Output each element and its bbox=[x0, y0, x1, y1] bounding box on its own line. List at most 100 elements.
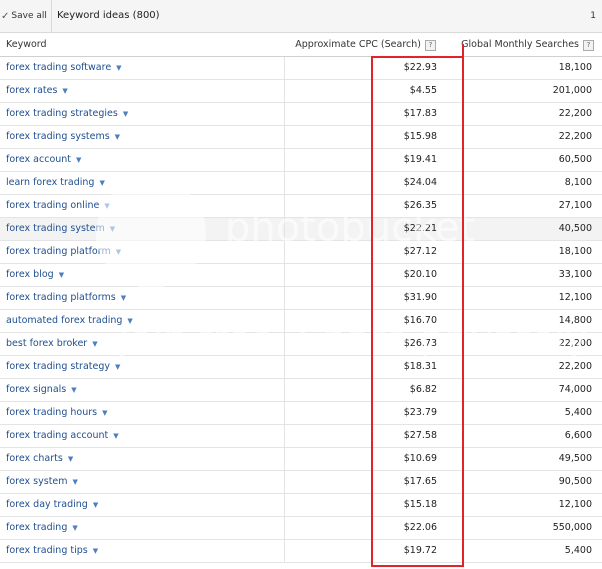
global-monthly-searches-cell: 22,200 bbox=[558, 361, 592, 372]
dropdown-caret-icon[interactable]: ▼ bbox=[123, 110, 128, 118]
keyword-link[interactable]: forex account bbox=[6, 154, 71, 165]
global-monthly-searches-cell: 18,100 bbox=[558, 246, 592, 257]
keyword-cell[interactable]: forex trading systems ▼ bbox=[0, 126, 285, 148]
keyword-link[interactable]: forex trading account bbox=[6, 430, 108, 441]
dropdown-caret-icon[interactable]: ▼ bbox=[62, 87, 67, 95]
keyword-cell[interactable]: forex trading tips ▼ bbox=[0, 540, 285, 562]
keyword-link[interactable]: best forex broker bbox=[6, 338, 87, 349]
dropdown-caret-icon[interactable]: ▼ bbox=[115, 363, 120, 371]
column-header-cpc[interactable]: Approximate CPC (Search) ? bbox=[295, 33, 436, 57]
dropdown-caret-icon[interactable]: ▼ bbox=[59, 271, 64, 279]
dropdown-caret-icon[interactable]: ▼ bbox=[113, 432, 118, 440]
column-header-global-monthly-searches[interactable]: Global Monthly Searches ? bbox=[461, 33, 594, 57]
cpc-cell: $26.35 bbox=[403, 200, 437, 211]
keyword-link[interactable]: forex trading platforms bbox=[6, 292, 116, 303]
keyword-link[interactable]: forex trading system bbox=[6, 223, 105, 234]
keyword-cell[interactable]: forex system ▼ bbox=[0, 471, 285, 493]
keyword-link[interactable]: forex trading strategies bbox=[6, 108, 118, 119]
help-icon[interactable]: ? bbox=[425, 39, 436, 51]
cpc-highlight-tick bbox=[462, 44, 464, 58]
keyword-link[interactable]: forex trading hours bbox=[6, 407, 97, 418]
keyword-cell[interactable]: forex trading account ▼ bbox=[0, 425, 285, 447]
keyword-link[interactable]: forex signals bbox=[6, 384, 66, 395]
keyword-link[interactable]: forex trading systems bbox=[6, 131, 110, 142]
keyword-link[interactable]: forex rates bbox=[6, 85, 57, 96]
keyword-cell[interactable]: forex trading platforms ▼ bbox=[0, 287, 285, 309]
keyword-cell[interactable]: forex trading strategy ▼ bbox=[0, 356, 285, 378]
table-row: forex charts ▼ $10.69 49,500 bbox=[0, 448, 602, 471]
global-monthly-searches-cell: 5,400 bbox=[564, 545, 592, 556]
table-row: forex trading tips ▼ $19.72 5,400 bbox=[0, 540, 602, 563]
table-row: forex signals ▼ $6.82 74,000 bbox=[0, 379, 602, 402]
dropdown-caret-icon[interactable]: ▼ bbox=[93, 501, 98, 509]
save-all-button[interactable]: ✓ Save all bbox=[0, 0, 52, 32]
table-row: forex trading platforms ▼ $31.90 12,100 bbox=[0, 287, 602, 310]
column-header-keyword[interactable]: Keyword bbox=[6, 33, 47, 57]
keyword-link[interactable]: forex trading software bbox=[6, 62, 111, 73]
dropdown-caret-icon[interactable]: ▼ bbox=[72, 524, 77, 532]
cpc-cell: $22.21 bbox=[403, 223, 437, 234]
keyword-ideas-title: Keyword ideas (800) bbox=[57, 10, 160, 21]
keyword-link[interactable]: forex trading tips bbox=[6, 545, 88, 556]
cpc-cell: $24.04 bbox=[403, 177, 437, 188]
dropdown-caret-icon[interactable]: ▼ bbox=[93, 547, 98, 555]
keyword-cell[interactable]: forex trading software ▼ bbox=[0, 57, 285, 79]
keyword-link[interactable]: forex trading online bbox=[6, 200, 99, 211]
dropdown-caret-icon[interactable]: ▼ bbox=[92, 340, 97, 348]
dropdown-caret-icon[interactable]: ▼ bbox=[116, 64, 121, 72]
keyword-link[interactable]: learn forex trading bbox=[6, 177, 94, 188]
dropdown-caret-icon[interactable]: ▼ bbox=[71, 386, 76, 394]
dropdown-caret-icon[interactable]: ▼ bbox=[115, 133, 120, 141]
cpc-cell: $4.55 bbox=[409, 85, 437, 96]
help-icon[interactable]: ? bbox=[583, 39, 594, 51]
table-row: learn forex trading ▼ $24.04 8,100 bbox=[0, 172, 602, 195]
cpc-cell: $18.31 bbox=[403, 361, 437, 372]
dropdown-caret-icon[interactable]: ▼ bbox=[102, 409, 107, 417]
dropdown-caret-icon[interactable]: ▼ bbox=[127, 317, 132, 325]
keyword-cell[interactable]: best forex broker ▼ bbox=[0, 333, 285, 355]
keyword-cell[interactable]: forex trading online ▼ bbox=[0, 195, 285, 217]
keyword-cell[interactable]: forex trading strategies ▼ bbox=[0, 103, 285, 125]
keyword-link[interactable]: forex trading platform bbox=[6, 246, 111, 257]
dropdown-caret-icon[interactable]: ▼ bbox=[76, 156, 81, 164]
keyword-link[interactable]: forex trading strategy bbox=[6, 361, 110, 372]
table-row: forex blog ▼ $20.10 33,100 bbox=[0, 264, 602, 287]
keyword-link[interactable]: forex system bbox=[6, 476, 68, 487]
keyword-cell[interactable]: forex charts ▼ bbox=[0, 448, 285, 470]
keyword-cell[interactable]: automated forex trading ▼ bbox=[0, 310, 285, 332]
keyword-cell[interactable]: forex trading platform ▼ bbox=[0, 241, 285, 263]
keyword-cell[interactable]: forex trading hours ▼ bbox=[0, 402, 285, 424]
dropdown-caret-icon[interactable]: ▼ bbox=[104, 202, 109, 210]
dropdown-caret-icon[interactable]: ▼ bbox=[99, 179, 104, 187]
cpc-cell: $22.93 bbox=[403, 62, 437, 73]
dropdown-caret-icon[interactable]: ▼ bbox=[73, 478, 78, 486]
cpc-cell: $17.83 bbox=[403, 108, 437, 119]
keyword-cell[interactable]: forex rates ▼ bbox=[0, 80, 285, 102]
dropdown-caret-icon[interactable]: ▼ bbox=[121, 294, 126, 302]
cpc-cell: $15.18 bbox=[403, 499, 437, 510]
global-monthly-searches-cell: 22,200 bbox=[558, 108, 592, 119]
keyword-cell[interactable]: forex trading ▼ bbox=[0, 517, 285, 539]
keyword-cell[interactable]: forex account ▼ bbox=[0, 149, 285, 171]
global-monthly-searches-cell: 12,100 bbox=[558, 499, 592, 510]
keyword-cell[interactable]: forex day trading ▼ bbox=[0, 494, 285, 516]
save-all-label: Save all bbox=[11, 11, 47, 21]
table-row: forex system ▼ $17.65 90,500 bbox=[0, 471, 602, 494]
cpc-cell: $17.65 bbox=[403, 476, 437, 487]
toolbar: ✓ Save all Keyword ideas (800) 1 bbox=[0, 0, 602, 33]
dropdown-caret-icon[interactable]: ▼ bbox=[116, 248, 121, 256]
keyword-link[interactable]: forex blog bbox=[6, 269, 54, 280]
keyword-link[interactable]: forex day trading bbox=[6, 499, 88, 510]
keyword-link[interactable]: automated forex trading bbox=[6, 315, 122, 326]
keyword-cell[interactable]: forex signals ▼ bbox=[0, 379, 285, 401]
dropdown-caret-icon[interactable]: ▼ bbox=[68, 455, 73, 463]
keyword-link[interactable]: forex charts bbox=[6, 453, 63, 464]
keyword-cell[interactable]: forex blog ▼ bbox=[0, 264, 285, 286]
table-row: forex trading system ▼ $22.21 40,500 bbox=[0, 218, 602, 241]
cpc-cell: $27.58 bbox=[403, 430, 437, 441]
keyword-cell[interactable]: learn forex trading ▼ bbox=[0, 172, 285, 194]
table-row: forex trading platform ▼ $27.12 18,100 bbox=[0, 241, 602, 264]
dropdown-caret-icon[interactable]: ▼ bbox=[110, 225, 115, 233]
keyword-link[interactable]: forex trading bbox=[6, 522, 67, 533]
keyword-cell[interactable]: forex trading system ▼ bbox=[0, 218, 285, 240]
